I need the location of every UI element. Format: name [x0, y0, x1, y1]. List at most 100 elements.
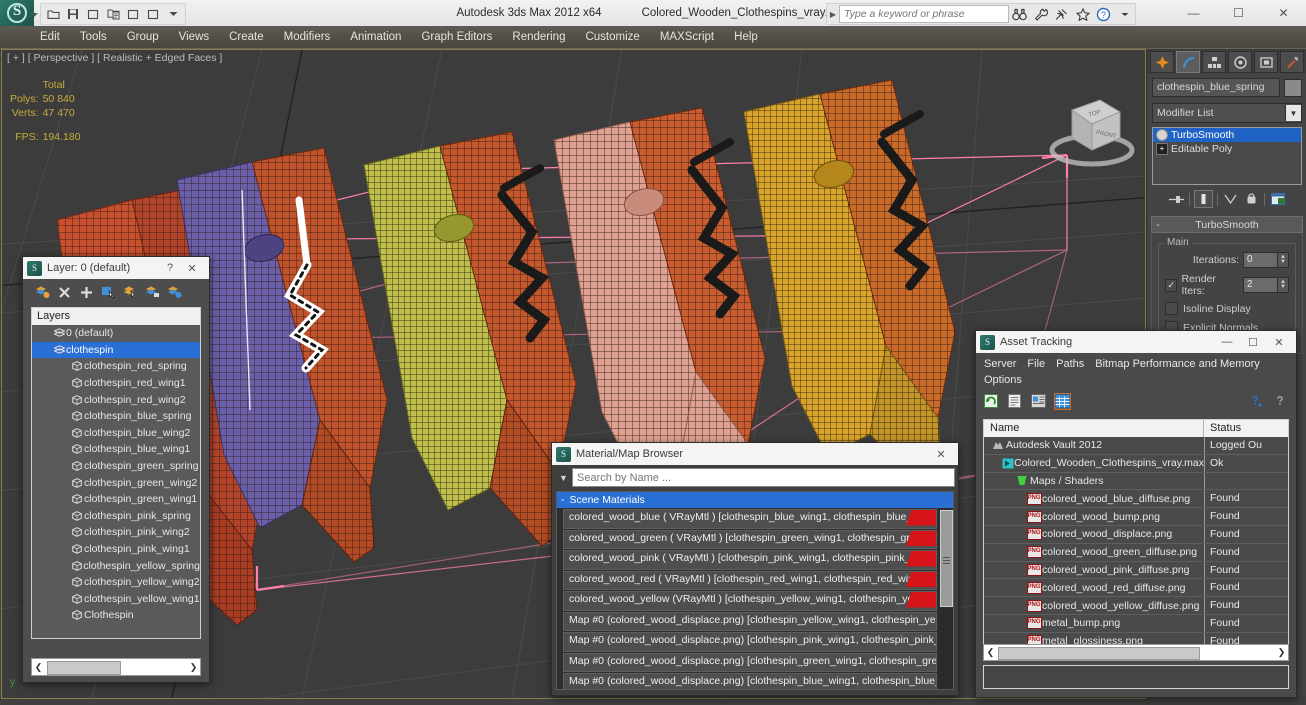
layer-row[interactable]: clothespin_pink_wing2: [32, 524, 200, 541]
hide-layer-icon[interactable]: [145, 285, 160, 300]
minimize-button[interactable]: —: [1214, 336, 1240, 348]
layer-row[interactable]: clothespin_red_spring: [32, 358, 200, 375]
asset-row[interactable]: PNG metal_bump.png Found: [984, 614, 1288, 633]
new-layer-icon[interactable]: [35, 285, 50, 300]
render-iters-checkbox[interactable]: ✓: [1165, 278, 1178, 292]
layer-row[interactable]: Clothespin: [32, 607, 200, 624]
close-icon[interactable]: ✕: [179, 262, 205, 275]
material-vertical-scrollbar[interactable]: [939, 508, 953, 689]
material-map-browser-window[interactable]: S Material/Map Browser ✕ ▼ -Scene Materi…: [551, 442, 959, 696]
show-end-result-icon[interactable]: [1194, 190, 1213, 208]
layer-window[interactable]: S Layer: 0 (default) ? ✕ Layers 0 (defau…: [22, 256, 210, 683]
material-list-item[interactable]: colored_wood_green ( VRayMtl ) [clothesp…: [563, 529, 937, 549]
layer-row[interactable]: 0 (default): [32, 325, 200, 342]
scroll-thumb[interactable]: [47, 661, 121, 675]
make-unique-icon[interactable]: [1222, 191, 1239, 207]
remove-modifier-icon[interactable]: [1243, 191, 1260, 207]
spinner-arrows-icon[interactable]: ▲ ▼: [1278, 252, 1289, 268]
iterations-value[interactable]: 0: [1243, 252, 1278, 268]
layer-row[interactable]: clothespin_blue_wing2: [32, 425, 200, 442]
highlight-selected-icon[interactable]: [123, 285, 138, 300]
menu-item-customize[interactable]: Customize: [575, 26, 649, 48]
modify-tab[interactable]: [1176, 51, 1200, 73]
asset-row[interactable]: PNG colored_wood_red_diffuse.png Found: [984, 579, 1288, 598]
asset-row[interactable]: Autodesk Vault 2012 Logged Ou: [984, 437, 1288, 455]
iterations-spinner[interactable]: 0 ▲ ▼: [1243, 252, 1289, 268]
modifier-stack-item-turbosmooth[interactable]: TurboSmooth: [1153, 128, 1301, 142]
collapse-icon[interactable]: -: [561, 494, 565, 506]
menu-item-animation[interactable]: Animation: [340, 26, 411, 48]
layer-row[interactable]: clothespin_yellow_wing1: [32, 591, 200, 608]
query-icon[interactable]: [1274, 394, 1289, 409]
binoculars-icon[interactable]: [1009, 5, 1030, 24]
menu-item-maxscript[interactable]: MAXScript: [650, 26, 724, 48]
render-iters-spinner[interactable]: 2 ▲ ▼: [1243, 277, 1289, 293]
asset-row[interactable]: PNG colored_wood_bump.png Found: [984, 508, 1288, 526]
layer-row[interactable]: clothespin_red_wing2: [32, 391, 200, 408]
thumbnail-view-icon[interactable]: [1031, 394, 1046, 409]
layer-row[interactable]: clothespin_blue_wing1: [32, 441, 200, 458]
save-file-icon[interactable]: [64, 6, 82, 23]
material-list-item[interactable]: Map #0 (colored_wood_displace.png) [clot…: [563, 652, 937, 672]
viewport-label[interactable]: [ + ] [ Perspective ] [ Realistic + Edge…: [7, 52, 222, 64]
add-selection-icon[interactable]: [79, 285, 94, 300]
menu-item-help[interactable]: Help: [724, 26, 768, 48]
layer-row[interactable]: clothespin_blue_spring: [32, 408, 200, 425]
column-header-status[interactable]: Status: [1204, 420, 1288, 437]
delete-layer-icon[interactable]: [57, 285, 72, 300]
material-search-input[interactable]: [572, 468, 955, 487]
asset-horizontal-scrollbar[interactable]: ❮ ❯: [983, 644, 1289, 661]
material-list-item[interactable]: colored_wood_red ( VRayMtl ) [clothespin…: [563, 570, 937, 590]
asset-row[interactable]: PNG colored_wood_green_diffuse.png Found: [984, 543, 1288, 562]
menu-item-group[interactable]: Group: [117, 26, 169, 48]
asset-row[interactable]: Colored_Wooden_Clothespins_vray.max Ok: [984, 454, 1288, 473]
select-highlighted-icon[interactable]: [101, 285, 116, 300]
add-bitmap-icon[interactable]: [1249, 394, 1264, 409]
help-icon[interactable]: ?: [161, 262, 179, 274]
scroll-right-icon[interactable]: ❯: [1275, 647, 1288, 658]
chevron-down-icon[interactable]: [164, 6, 182, 23]
column-header-name[interactable]: Name: [984, 420, 1204, 437]
app-menu-caret-icon[interactable]: [30, 13, 38, 17]
maximize-button[interactable]: ☐: [1216, 0, 1261, 26]
object-color-swatch[interactable]: [1284, 78, 1302, 97]
scroll-track[interactable]: [45, 661, 187, 675]
layer-row[interactable]: clothespin_green_wing1: [32, 491, 200, 508]
scroll-thumb[interactable]: [940, 510, 953, 607]
material-browser-titlebar[interactable]: S Material/Map Browser ✕: [552, 443, 958, 465]
asset-menu-bitmap[interactable]: Bitmap Performance and Memory: [1095, 358, 1259, 370]
menu-item-graph-editors[interactable]: Graph Editors: [411, 26, 502, 48]
star-icon[interactable]: [1072, 5, 1093, 24]
scroll-track[interactable]: [997, 647, 1275, 660]
configure-sets-icon[interactable]: [1269, 191, 1286, 207]
redo-icon[interactable]: [124, 6, 142, 23]
grid-view-icon[interactable]: [1054, 392, 1071, 410]
material-list-item[interactable]: Map #0 (colored_wood_displace.png) [clot…: [563, 632, 937, 652]
layer-row[interactable]: clothespin_green_wing2: [32, 474, 200, 491]
undo-icon[interactable]: [84, 6, 102, 23]
app-logo-button[interactable]: S: [0, 0, 34, 26]
spinner-arrows-icon[interactable]: ▲ ▼: [1278, 277, 1289, 293]
material-list-item[interactable]: colored_wood_yellow (VRayMtl ) [clothesp…: [563, 591, 937, 611]
lightbulb-icon[interactable]: [1156, 129, 1168, 141]
modifier-stack[interactable]: TurboSmooth + Editable Poly: [1152, 127, 1302, 185]
asset-row[interactable]: PNG colored_wood_blue_diffuse.png Found: [984, 490, 1288, 509]
new-icon[interactable]: [144, 6, 162, 23]
scene-materials-header[interactable]: - Scene Materials: [557, 492, 953, 508]
scroll-left-icon[interactable]: ❮: [984, 647, 997, 658]
asset-grid-rows[interactable]: Autodesk Vault 2012 Logged Ou Colored_Wood…: [984, 437, 1288, 645]
collapse-icon[interactable]: -: [1152, 219, 1164, 231]
asset-row[interactable]: PNG colored_wood_yellow_diffuse.png Found: [984, 597, 1288, 615]
create-tab[interactable]: [1150, 51, 1174, 73]
freeze-layer-icon[interactable]: [167, 285, 182, 300]
chevron-down-icon[interactable]: ▼: [555, 469, 572, 486]
help-icon[interactable]: ?: [1093, 5, 1114, 24]
isoline-display-checkbox[interactable]: [1165, 302, 1178, 315]
material-list[interactable]: colored_wood_blue ( VRayMtl ) [clothespi…: [557, 508, 939, 689]
layer-row[interactable]: clothespin_yellow_spring: [32, 557, 200, 574]
asset-menu-server[interactable]: Server: [984, 358, 1016, 370]
modifier-stack-item-editable-poly[interactable]: + Editable Poly: [1153, 142, 1301, 156]
satellite-icon[interactable]: [1051, 5, 1072, 24]
asset-tracking-window[interactable]: S Asset Tracking — ☐ ✕ Server File Paths Bi…: [975, 330, 1297, 698]
layer-window-titlebar[interactable]: S Layer: 0 (default) ? ✕: [23, 257, 209, 279]
